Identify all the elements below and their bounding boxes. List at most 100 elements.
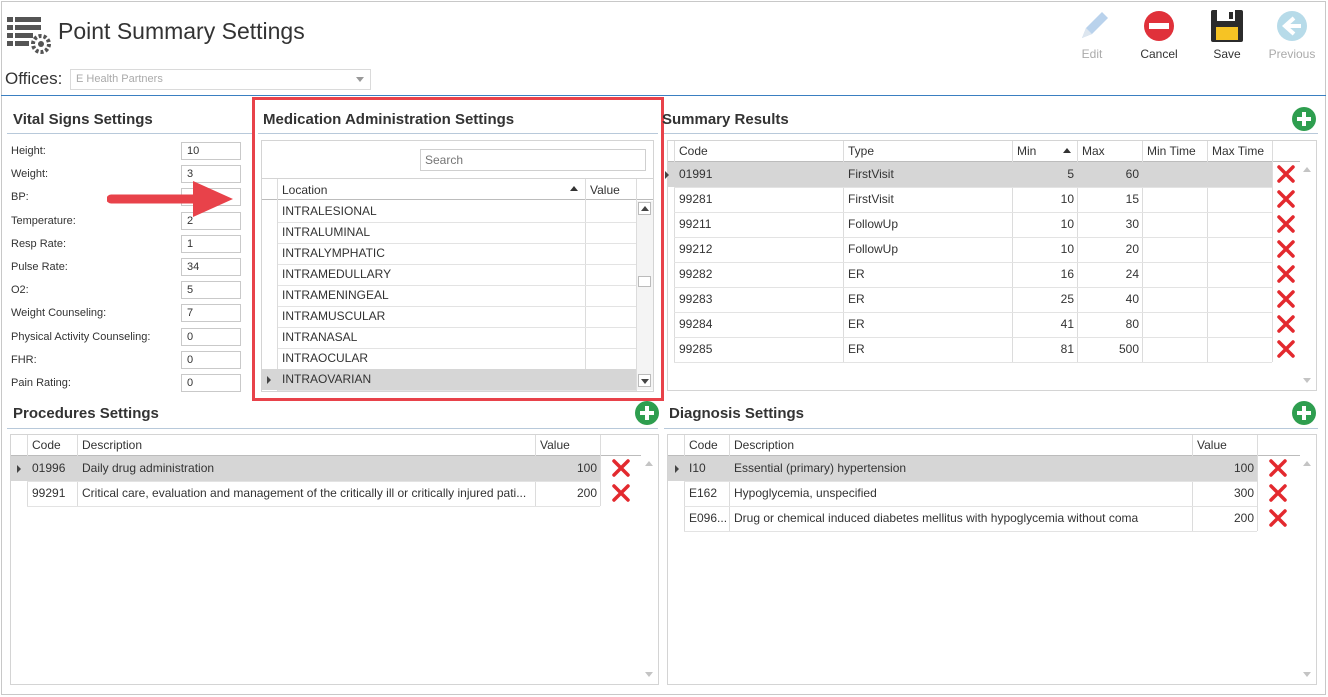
chevron-up-icon[interactable] <box>645 461 653 466</box>
procedure-description-cell[interactable]: Critical care, evaluation and management… <box>77 481 535 506</box>
summary-min-cell[interactable]: 81 <box>1012 337 1074 362</box>
offices-select[interactable]: E Health Partners <box>70 69 371 90</box>
vital-input[interactable]: 5 <box>181 281 241 300</box>
vital-input[interactable]: 7 <box>181 304 241 323</box>
medication-scrollbar[interactable] <box>637 201 653 390</box>
summary-min-cell[interactable]: 16 <box>1012 262 1074 287</box>
summary-min-cell[interactable]: 10 <box>1012 187 1074 212</box>
location-cell[interactable]: INTRALYMPHATIC <box>278 243 385 264</box>
summary-code-cell[interactable]: 01991 <box>674 162 843 187</box>
summary-min-time-column-header[interactable]: Min Time <box>1142 141 1196 162</box>
chevron-down-icon[interactable] <box>1303 672 1311 677</box>
diagnosis-value-cell[interactable]: 100 <box>1192 456 1254 481</box>
summary-type-cell[interactable]: FirstVisit <box>843 187 1012 212</box>
add-diagnosis-button[interactable] <box>1292 401 1316 425</box>
delete-row-button[interactable] <box>1276 314 1296 334</box>
summary-min-column-header[interactable]: Min <box>1012 141 1036 162</box>
vital-input[interactable]: 10 <box>181 142 241 160</box>
vital-input[interactable]: 0 <box>181 374 241 392</box>
location-cell[interactable]: INTRAOCULAR <box>278 348 368 369</box>
summary-max-cell[interactable]: 24 <box>1077 262 1139 287</box>
summary-max-time-column-header[interactable]: Max Time <box>1207 141 1264 162</box>
diagnosis-code-cell[interactable]: E096... <box>684 506 729 531</box>
delete-row-button[interactable] <box>611 483 631 503</box>
summary-type-cell[interactable]: FollowUp <box>843 212 1012 237</box>
summary-max-cell[interactable]: 30 <box>1077 212 1139 237</box>
chevron-down-icon[interactable] <box>645 672 653 677</box>
add-procedure-button[interactable] <box>635 401 659 425</box>
scroll-up-button[interactable] <box>638 202 651 215</box>
location-cell[interactable]: INTRALUMINAL <box>278 222 370 243</box>
procedures-description-column-header[interactable]: Description <box>77 435 142 456</box>
delete-row-button[interactable] <box>1276 164 1296 184</box>
summary-max-cell[interactable]: 60 <box>1077 162 1139 187</box>
location-cell[interactable]: INTRAOVARIAN <box>278 369 371 390</box>
diagnosis-value-column-header[interactable]: Value <box>1192 435 1227 456</box>
scroll-thumb[interactable] <box>638 276 651 287</box>
vital-input[interactable]: 0 <box>181 327 241 346</box>
delete-row-button[interactable] <box>611 458 631 478</box>
delete-row-button[interactable] <box>1276 214 1296 234</box>
summary-min-cell[interactable]: 5 <box>1012 162 1074 187</box>
edit-button[interactable]: Edit <box>1062 8 1122 64</box>
summary-min-cell[interactable]: 41 <box>1012 312 1074 337</box>
cancel-button[interactable]: Cancel <box>1129 8 1189 64</box>
procedures-value-column-header[interactable]: Value <box>535 435 570 456</box>
diagnosis-description-cell[interactable]: Drug or chemical induced diabetes mellit… <box>729 506 1192 531</box>
delete-row-button[interactable] <box>1268 458 1288 478</box>
diagnosis-code-column-header[interactable]: Code <box>684 435 718 456</box>
previous-button[interactable]: Previous <box>1262 8 1322 64</box>
chevron-up-icon[interactable] <box>1303 461 1311 466</box>
summary-code-cell[interactable]: 99211 <box>674 212 843 237</box>
location-cell[interactable]: INTRANASAL <box>278 327 357 348</box>
diagnosis-value-cell[interactable]: 300 <box>1192 481 1254 506</box>
location-cell[interactable]: INTRAMEDULLARY <box>278 264 391 285</box>
summary-code-cell[interactable]: 99282 <box>674 262 843 287</box>
procedure-code-cell[interactable]: 99291 <box>27 481 77 506</box>
summary-type-cell[interactable]: ER <box>843 262 1012 287</box>
delete-row-button[interactable] <box>1276 339 1296 359</box>
summary-type-cell[interactable]: ER <box>843 312 1012 337</box>
diagnosis-value-cell[interactable]: 200 <box>1192 506 1254 531</box>
summary-code-cell[interactable]: 99212 <box>674 237 843 262</box>
save-button[interactable]: Save <box>1197 8 1257 64</box>
chevron-down-icon[interactable] <box>1303 378 1311 383</box>
summary-min-cell[interactable]: 10 <box>1012 212 1074 237</box>
summary-max-cell[interactable]: 500 <box>1077 337 1139 362</box>
summary-max-cell[interactable]: 40 <box>1077 287 1139 312</box>
vital-input[interactable]: 1 <box>181 234 241 253</box>
delete-row-button[interactable] <box>1276 289 1296 309</box>
add-summary-button[interactable] <box>1292 107 1316 131</box>
delete-row-button[interactable] <box>1268 508 1288 528</box>
medication-search-input[interactable] <box>420 149 646 171</box>
diagnosis-code-cell[interactable]: I10 <box>684 456 729 481</box>
diagnosis-description-cell[interactable]: Essential (primary) hypertension <box>729 456 1192 481</box>
vital-input[interactable]: 0 <box>181 350 241 369</box>
vital-input[interactable]: 34 <box>181 258 241 276</box>
summary-type-cell[interactable]: FirstVisit <box>843 162 1012 187</box>
summary-code-column-header[interactable]: Code <box>674 141 708 162</box>
summary-code-cell[interactable]: 99281 <box>674 187 843 212</box>
procedures-code-column-header[interactable]: Code <box>27 435 61 456</box>
procedure-value-cell[interactable]: 100 <box>535 456 597 481</box>
diagnosis-description-column-header[interactable]: Description <box>729 435 794 456</box>
diagnosis-code-cell[interactable]: E162 <box>684 481 729 506</box>
summary-type-cell[interactable]: ER <box>843 337 1012 362</box>
value-column-header[interactable]: Value <box>590 183 620 197</box>
summary-type-cell[interactable]: FollowUp <box>843 237 1012 262</box>
location-column-header[interactable]: Location <box>282 183 327 197</box>
summary-code-cell[interactable]: 99283 <box>674 287 843 312</box>
summary-min-cell[interactable]: 10 <box>1012 237 1074 262</box>
procedure-code-cell[interactable]: 01996 <box>27 456 77 481</box>
location-cell[interactable]: INTRAMENINGEAL <box>278 285 389 306</box>
summary-max-cell[interactable]: 20 <box>1077 237 1139 262</box>
procedure-description-cell[interactable]: Daily drug administration <box>77 456 535 481</box>
summary-max-column-header[interactable]: Max <box>1077 141 1105 162</box>
delete-row-button[interactable] <box>1276 264 1296 284</box>
procedure-value-cell[interactable]: 200 <box>535 481 597 506</box>
summary-type-column-header[interactable]: Type <box>843 141 874 162</box>
summary-type-cell[interactable]: ER <box>843 287 1012 312</box>
summary-code-cell[interactable]: 99285 <box>674 337 843 362</box>
summary-max-cell[interactable]: 80 <box>1077 312 1139 337</box>
summary-code-cell[interactable]: 99284 <box>674 312 843 337</box>
